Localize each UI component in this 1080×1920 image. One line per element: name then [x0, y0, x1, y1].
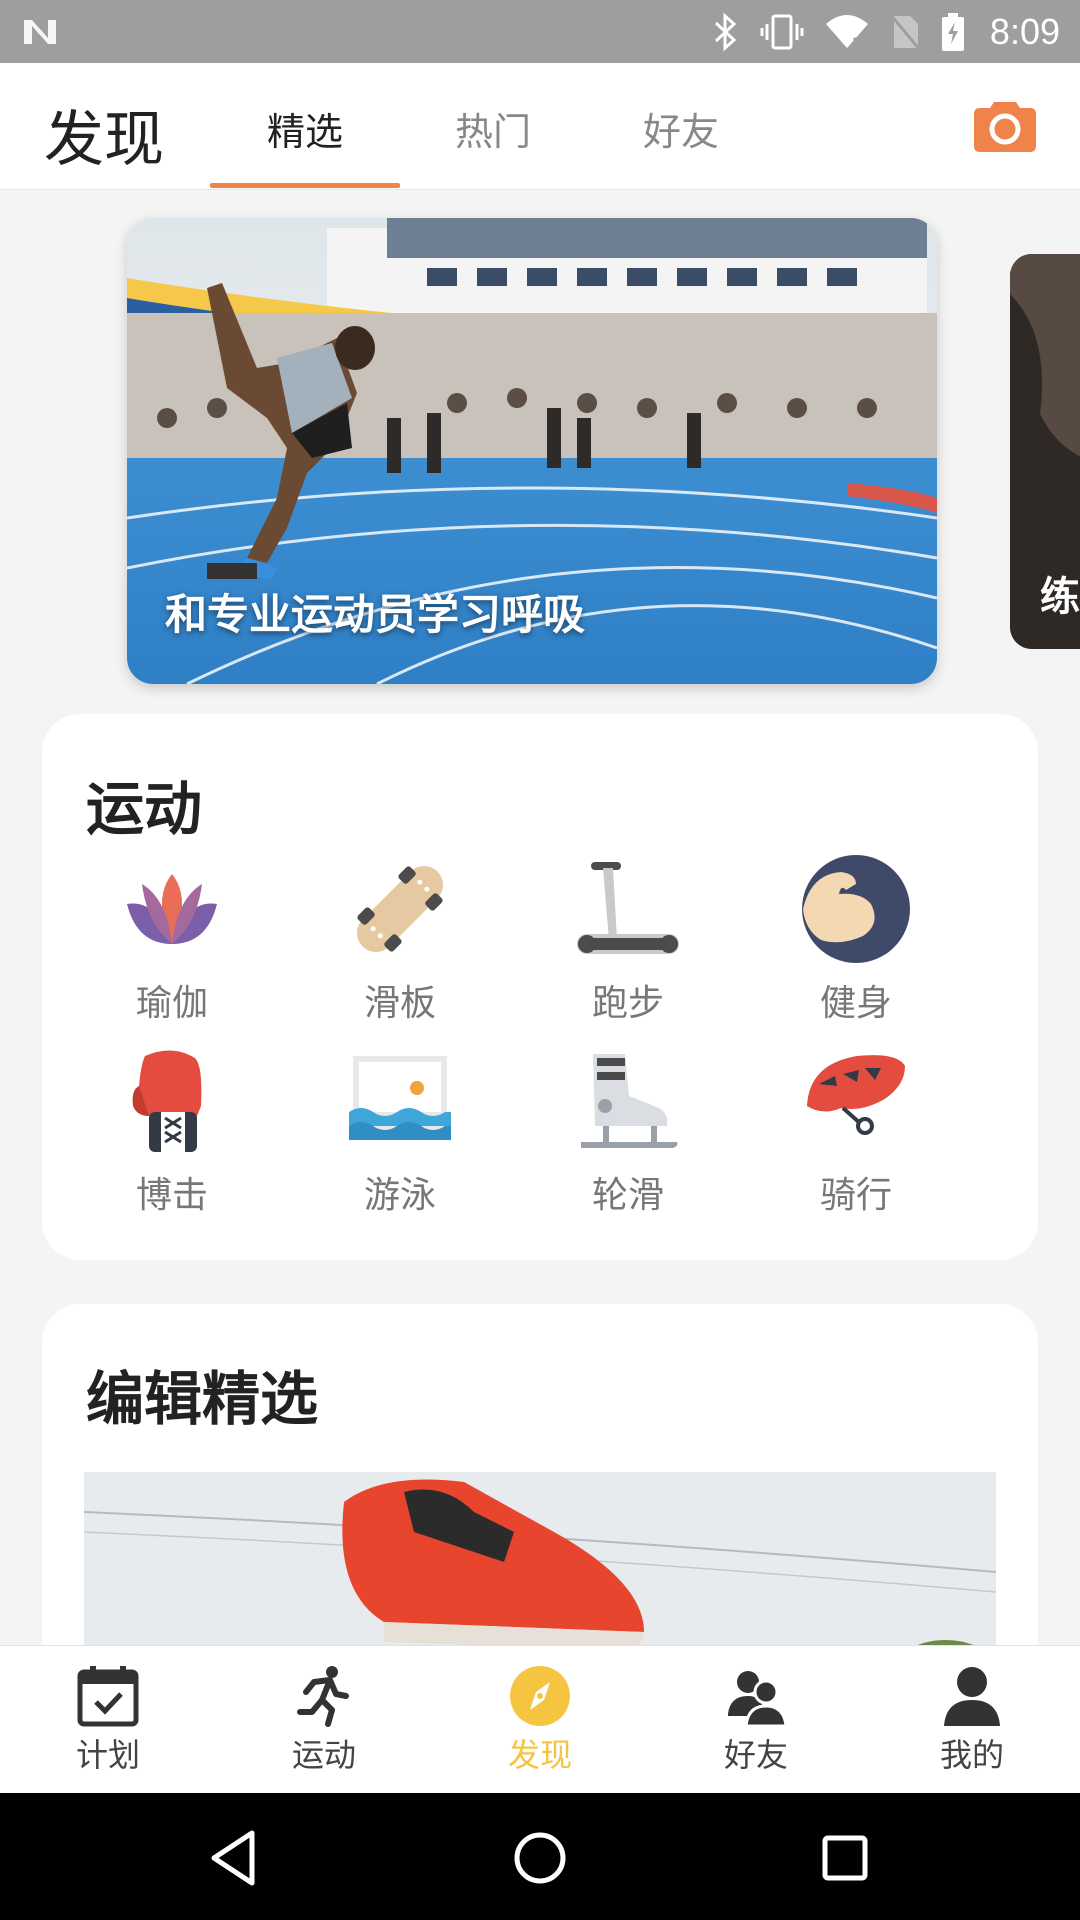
sport-boxing[interactable]: 博击 — [82, 1046, 262, 1218]
sport-label: 跑步 — [591, 983, 664, 1024]
sports-card: 运动 瑜伽 滑板 跑步 健身 博击 游泳 轮滑 骑行 — [42, 714, 1038, 1260]
home-icon[interactable] — [505, 1823, 575, 1893]
boxing-glove-icon — [117, 1046, 227, 1156]
nav-label: 我的 — [939, 1736, 1004, 1774]
skate-icon — [573, 1046, 683, 1156]
battery-charging-icon — [940, 12, 966, 52]
sport-skateboard[interactable]: 滑板 — [310, 854, 490, 1026]
sports-title: 运动 — [86, 775, 203, 843]
sport-label: 骑行 — [819, 1175, 892, 1216]
editor-pick-image[interactable] — [84, 1472, 996, 1672]
tab-friends[interactable]: 好友 — [586, 101, 776, 156]
swimming-pool-icon — [345, 1046, 455, 1156]
sport-cycling[interactable]: 骑行 — [766, 1046, 946, 1218]
camera-icon — [974, 102, 1036, 152]
lotus-icon — [117, 854, 227, 964]
vibrate-icon — [758, 12, 806, 52]
banner-caption: 和专业运动员学习呼吸 — [165, 590, 586, 639]
sneaker-photo — [84, 1472, 996, 1672]
wifi-icon — [824, 12, 870, 52]
bluetooth-icon — [712, 12, 740, 52]
treadmill-icon — [573, 854, 683, 964]
featured-banner[interactable]: 和专业运动员学习呼吸 — [127, 218, 937, 684]
page-title: 发现 — [44, 105, 164, 175]
calendar-check-icon — [76, 1664, 140, 1728]
nav-friends[interactable]: 好友 — [676, 1664, 836, 1776]
back-icon[interactable] — [200, 1823, 270, 1893]
nav-plan[interactable]: 计划 — [28, 1664, 188, 1776]
system-nav-bar — [0, 1793, 1080, 1920]
status-bar: 8:09 — [0, 0, 1080, 63]
sport-skating[interactable]: 轮滑 — [538, 1046, 718, 1218]
runner-icon — [292, 1664, 356, 1728]
sport-label: 瑜伽 — [135, 983, 208, 1024]
next-banner-peek[interactable]: 练 — [1010, 254, 1080, 649]
sport-label: 游泳 — [363, 1175, 436, 1216]
tab-underline — [210, 183, 400, 188]
peek-caption: 练 — [1040, 574, 1080, 620]
sport-running[interactable]: 跑步 — [538, 854, 718, 1026]
no-sim-icon — [888, 12, 922, 52]
bottom-nav: 计划 运动 发现 好友 我的 — [0, 1645, 1080, 1793]
nav-label: 运动 — [291, 1736, 356, 1774]
sport-fitness[interactable]: 健身 — [766, 854, 946, 1026]
tab-featured[interactable]: 精选 — [210, 101, 400, 156]
nav-exercise[interactable]: 运动 — [244, 1664, 404, 1776]
nav-discover[interactable]: 发现 — [460, 1664, 620, 1776]
sport-label: 健身 — [819, 983, 892, 1024]
n-logo-icon — [20, 16, 60, 48]
nav-label: 好友 — [723, 1736, 788, 1774]
sport-swimming[interactable]: 游泳 — [310, 1046, 490, 1218]
editor-picks-title: 编辑精选 — [86, 1365, 319, 1433]
sport-yoga[interactable]: 瑜伽 — [82, 854, 262, 1026]
bicep-icon — [801, 854, 911, 964]
sport-label: 博击 — [135, 1175, 208, 1216]
nav-label: 发现 — [507, 1736, 572, 1774]
status-time: 8:09 — [989, 10, 1060, 52]
friends-icon — [724, 1664, 788, 1728]
sport-label: 轮滑 — [591, 1175, 664, 1216]
compass-icon — [508, 1664, 572, 1728]
camera-button[interactable] — [974, 98, 1036, 152]
skateboard-icon — [345, 854, 455, 964]
helmet-icon — [801, 1046, 911, 1156]
top-header: 发现 精选 热门 好友 — [0, 63, 1080, 190]
sport-label: 滑板 — [363, 983, 436, 1024]
person-icon — [940, 1664, 1004, 1728]
nav-me[interactable]: 我的 — [892, 1664, 1052, 1776]
recents-icon[interactable] — [810, 1823, 880, 1893]
tab-popular[interactable]: 热门 — [398, 101, 588, 156]
nav-label: 计划 — [75, 1736, 140, 1774]
